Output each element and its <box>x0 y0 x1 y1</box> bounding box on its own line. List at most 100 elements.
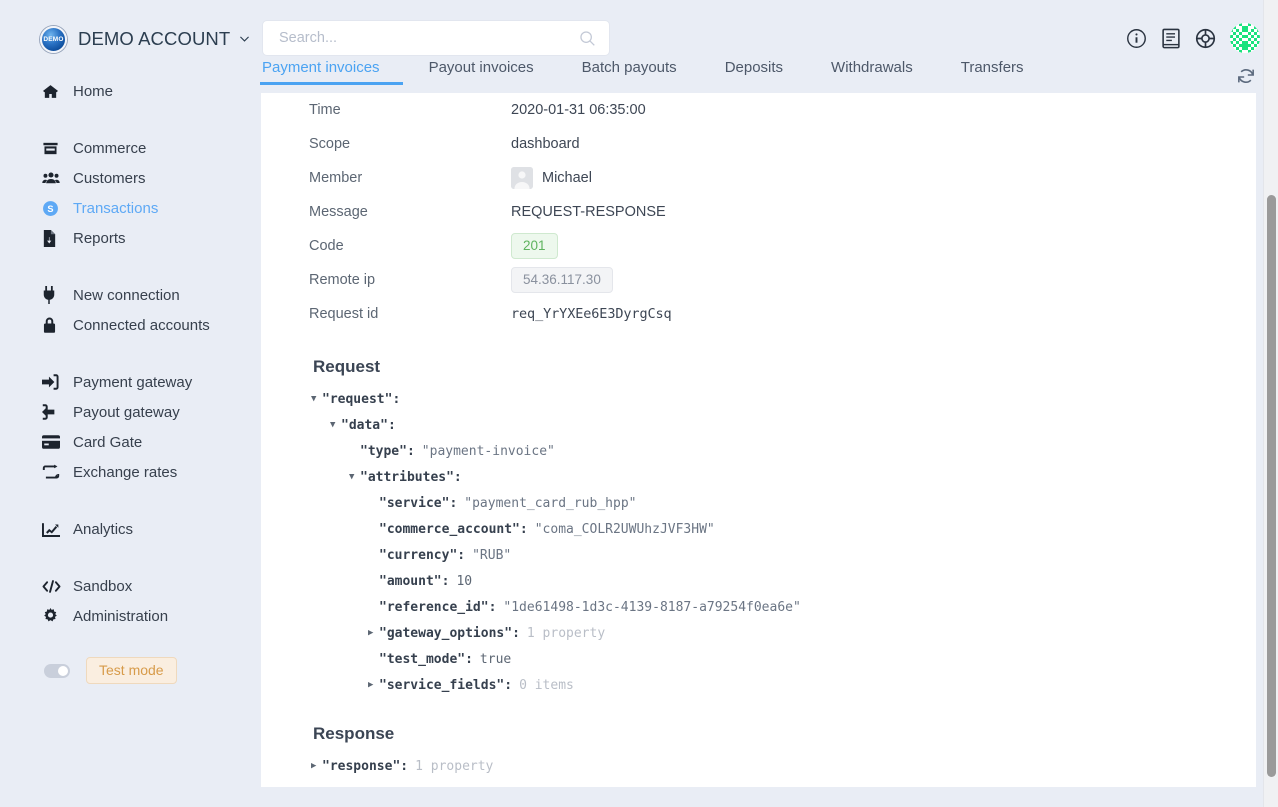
search-input[interactable] <box>277 29 567 47</box>
tab-label: Withdrawals <box>831 59 913 76</box>
json-line[interactable]: "data": <box>311 412 1256 438</box>
topbar-icons <box>1126 23 1260 53</box>
json-key: "attributes" <box>360 469 454 485</box>
caret-right-icon[interactable] <box>311 762 322 771</box>
sidebar-item-exchange-rates[interactable]: Exchange rates <box>0 457 250 487</box>
json-separator: : <box>512 625 520 641</box>
tab-bar: Payment invoices Payout invoices Batch p… <box>250 59 1048 93</box>
json-separator: : <box>504 677 513 693</box>
caret-down-icon[interactable] <box>349 473 360 482</box>
page-scrollbar[interactable] <box>1263 0 1278 807</box>
sidebar-item-label: Commerce <box>73 139 147 157</box>
sidebar-item-label: Customers <box>73 169 146 187</box>
tab-label: Transfers <box>960 59 1024 76</box>
search-icon <box>579 30 596 52</box>
caret-right-icon[interactable] <box>368 629 379 638</box>
json-value: "RUB" <box>472 547 512 563</box>
json-separator: : <box>453 469 462 485</box>
json-value: "payment_card_rub_hpp" <box>464 495 637 511</box>
sidebar-item-home[interactable]: Home <box>0 76 250 106</box>
json-line: "test_mode": true <box>311 646 1256 672</box>
json-key: "gateway_options" <box>379 625 513 641</box>
test-mode-button[interactable]: Test mode <box>86 657 177 684</box>
account-switcher[interactable]: DEMO DEMO ACCOUNT <box>0 0 250 58</box>
sidebar-item-label: Connected accounts <box>73 316 210 334</box>
tab-label: Payment invoices <box>262 59 380 76</box>
detail-row-message: Message REQUEST-RESPONSE <box>309 195 1256 229</box>
tab-withdrawals[interactable]: Withdrawals <box>807 59 937 85</box>
tab-label: Deposits <box>724 59 784 76</box>
sidebar-item-label: Administration <box>73 607 169 625</box>
json-key: "service" <box>379 495 450 511</box>
detail-label: Time <box>309 102 341 118</box>
tab-label: Batch payouts <box>581 59 677 76</box>
json-value: "1de61498-1d3c-4139-8187-a79254f0ea6e" <box>503 599 801 615</box>
sidebar-item-label: Card Gate <box>73 433 143 451</box>
sidebar-item-label: New connection <box>73 286 180 304</box>
json-separator: : <box>457 547 466 563</box>
book-icon[interactable] <box>1161 28 1181 49</box>
json-value: "coma_COLR2UWUhzJVF3HW" <box>534 521 715 537</box>
account-name: DEMO ACCOUNT <box>78 28 231 49</box>
transaction-detail-card: Time 2020-01-31 06:35:00 Scope dashboard… <box>261 93 1256 787</box>
nav-group-2: Commerce Customers S Transactions Report… <box>0 133 250 253</box>
sidebar-item-administration[interactable]: Administration <box>0 601 250 631</box>
tab-transfers[interactable]: Transfers <box>937 59 1048 85</box>
tab-payment-invoices[interactable]: Payment invoices <box>250 59 405 85</box>
test-mode-toggle[interactable] <box>44 663 70 678</box>
caret-down-icon[interactable] <box>330 421 341 430</box>
detail-value-code: 201 <box>511 232 558 260</box>
lifebuoy-icon[interactable] <box>1195 28 1216 49</box>
json-separator: : <box>441 573 450 589</box>
sidebar-item-new-connection[interactable]: New connection <box>0 280 250 310</box>
detail-value-time: 2020-01-31 06:35:00 <box>511 102 646 118</box>
json-line: "reference_id": "1de61498-1d3c-4139-8187-… <box>311 594 1256 620</box>
json-line[interactable]: "service_fields":0 items <box>311 672 1256 698</box>
json-key: "response" <box>322 758 401 774</box>
json-line: "commerce_account": "coma_COLR2UWUhzJVF3H… <box>311 516 1256 542</box>
json-line: "type": "payment-invoice" <box>311 438 1256 464</box>
account-logo-icon: DEMO <box>40 25 67 53</box>
sidebar-item-card-gate[interactable]: Card Gate <box>0 427 250 457</box>
json-value: true <box>479 651 512 667</box>
sidebar-item-reports[interactable]: Reports <box>0 223 250 253</box>
json-line: "amount":10 <box>311 568 1256 594</box>
json-key: "test_mode" <box>379 651 466 667</box>
page-scrollbar-thumb[interactable] <box>1267 195 1276 777</box>
sidebar-item-label: Payment gateway <box>73 373 193 391</box>
sidebar-item-customers[interactable]: Customers <box>0 163 250 193</box>
json-value: 1 property <box>415 758 494 774</box>
nav-group-1: Home <box>0 76 250 106</box>
json-value: 0 items <box>519 677 574 693</box>
tab-batch-payouts[interactable]: Batch payouts <box>558 59 701 85</box>
topbar: Payment invoices Payout invoices Batch p… <box>250 0 1278 93</box>
detail-label: Message <box>309 204 368 220</box>
json-line[interactable]: "response":1 property <box>311 753 1256 779</box>
tab-deposits[interactable]: Deposits <box>701 59 807 85</box>
sidebar-item-label: Reports <box>73 229 126 247</box>
identicon-avatar[interactable] <box>1230 23 1260 53</box>
sidebar-item-connected-accounts[interactable]: Connected accounts <box>0 310 250 340</box>
sidebar-item-payout-gateway[interactable]: Payout gateway <box>0 397 250 427</box>
sidebar: DEMO DEMO ACCOUNT Home Commerce Customer… <box>0 0 250 807</box>
detail-row-request-id: Request id req_YrYXEe6E3DyrgCsq <box>309 297 1256 331</box>
sidebar-item-transactions[interactable]: S Transactions <box>0 193 250 223</box>
tab-payout-invoices[interactable]: Payout invoices <box>405 59 558 85</box>
json-key: "amount" <box>379 573 442 589</box>
sidebar-item-sandbox[interactable]: Sandbox <box>0 571 250 601</box>
refresh-icon[interactable] <box>1236 66 1256 91</box>
caret-down-icon[interactable] <box>311 395 322 404</box>
sidebar-item-label: Sandbox <box>73 577 133 595</box>
search-box[interactable] <box>262 20 610 56</box>
json-line[interactable]: "gateway_options":1 property <box>311 620 1256 646</box>
sidebar-item-analytics[interactable]: Analytics <box>0 514 250 544</box>
json-line[interactable]: "attributes": <box>311 464 1256 490</box>
caret-right-icon[interactable] <box>368 681 379 690</box>
nav-group-4: Payment gateway Payout gateway Card Gate… <box>0 367 250 487</box>
json-line[interactable]: "request": <box>311 386 1256 412</box>
sidebar-item-commerce[interactable]: Commerce <box>0 133 250 163</box>
info-circle-icon[interactable] <box>1126 28 1147 49</box>
sidebar-item-payment-gateway[interactable]: Payment gateway <box>0 367 250 397</box>
detail-value-remote-ip: 54.36.117.30 <box>511 266 613 294</box>
sign-out-icon <box>42 404 64 420</box>
